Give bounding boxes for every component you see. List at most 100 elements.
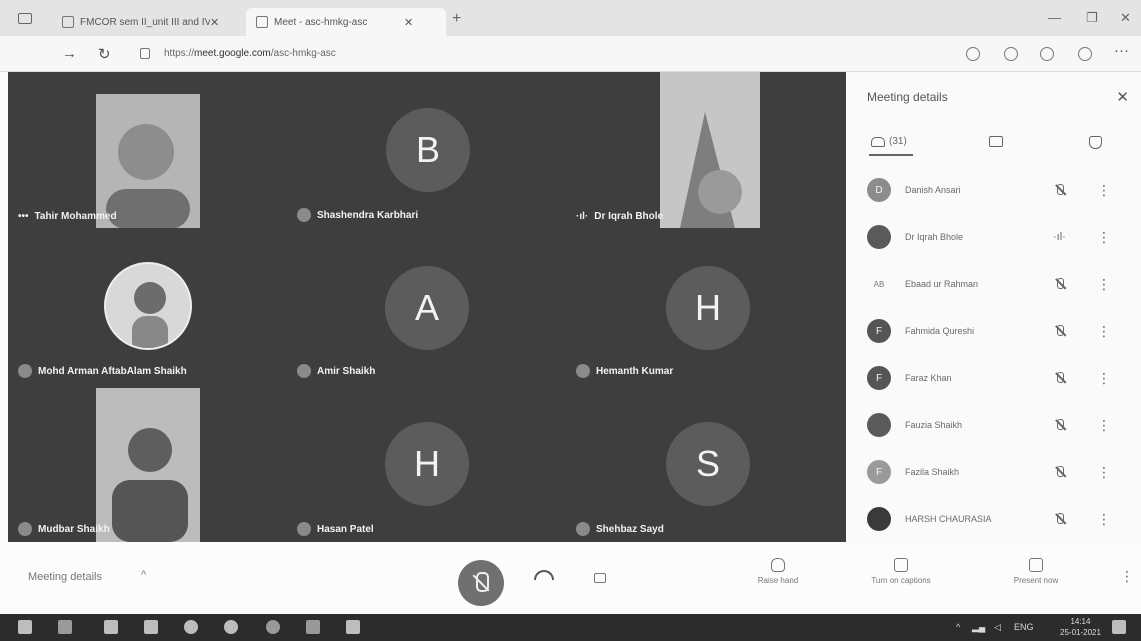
forward-icon[interactable]: →: [62, 45, 77, 62]
maximize-icon[interactable]: ❐: [1086, 10, 1098, 26]
minimize-icon[interactable]: —: [1048, 10, 1061, 25]
participant-tile[interactable]: A Amir Shaikh: [287, 228, 566, 384]
camera-toggle-button[interactable]: [594, 573, 606, 583]
translate-icon[interactable]: [966, 47, 980, 61]
active-tab-indicator: [869, 154, 913, 156]
present-now-button[interactable]: Present now: [998, 558, 1074, 585]
muted-mic-icon: [297, 522, 311, 536]
more-options-icon[interactable]: ⋮: [1097, 229, 1111, 246]
chevron-up-icon[interactable]: ^: [141, 569, 146, 581]
participant-grid: ••• Tahir Mohammed B Shashendra Karbhari…: [8, 72, 846, 542]
participant-name: Hemanth Kumar: [596, 365, 674, 377]
captions-button[interactable]: Turn on captions: [854, 558, 948, 585]
participant-tile[interactable]: Mudbar Shaikh: [8, 384, 287, 542]
more-options-icon[interactable]: ⋮: [1097, 511, 1111, 528]
more-options-icon[interactable]: ⋮: [1097, 323, 1111, 340]
profile-icon[interactable]: [1078, 47, 1092, 61]
participant-tile[interactable]: ••• Tahir Mohammed: [8, 72, 287, 228]
app-icon[interactable]: [266, 620, 280, 634]
edge-icon[interactable]: [104, 620, 118, 634]
participant-name: Dr Iqrah Bhole: [594, 211, 664, 222]
window-close-icon[interactable]: ✕: [1120, 10, 1131, 26]
favorites-icon[interactable]: [1004, 47, 1018, 61]
chrome-icon[interactable]: [184, 620, 198, 634]
address-bar: → ↻ https://meet.google.com/asc-hmkg-asc…: [0, 36, 1141, 72]
participant-tile[interactable]: H Hemanth Kumar: [566, 228, 845, 384]
tab-people[interactable]: (31): [871, 136, 907, 147]
participant-tile[interactable]: H Hasan Patel: [287, 384, 566, 542]
participant-list-item[interactable]: F Fazila Shaikh ⋮: [849, 449, 1141, 495]
participant-avatar: A: [385, 266, 469, 350]
participant-name: Hasan Patel: [317, 523, 374, 535]
participant-name-tag: Shashendra Karbhari: [297, 208, 418, 222]
participant-tile[interactable]: ·ıl· Dr Iqrah Bhole: [566, 72, 845, 228]
browser-menu-icon[interactable]: ···: [1114, 42, 1129, 59]
participant-list-item[interactable]: Fauzia Shaikh ⋮: [849, 402, 1141, 448]
participant-list-item[interactable]: Dr Iqrah Bhole ·ıl· ⋮: [849, 214, 1141, 260]
refresh-icon[interactable]: ↻: [98, 45, 111, 63]
lock-icon[interactable]: [140, 48, 150, 59]
participant-list-item[interactable]: HARSH CHAURASIA ⋮: [849, 496, 1141, 542]
tab-actions-icon[interactable]: [18, 13, 32, 24]
participant-avatar: F: [867, 366, 891, 390]
tab-activities[interactable]: [1089, 136, 1102, 149]
start-icon[interactable]: [18, 620, 32, 634]
participant-list-item[interactable]: AB Ebaad ur Rahman ⋮: [849, 261, 1141, 307]
panel-close-icon[interactable]: ✕: [1116, 88, 1129, 106]
more-options-icon[interactable]: ⋮: [1097, 464, 1111, 481]
tray-chevron-icon[interactable]: ^: [956, 622, 960, 632]
activities-icon: [1089, 136, 1102, 149]
participant-avatar: AB: [873, 279, 885, 289]
meeting-details-panel: Meeting details ✕ (31) D Danish Ansari ⋮…: [849, 72, 1141, 542]
participant-name: Tahir Mohammed: [34, 211, 117, 222]
task-view-icon[interactable]: [58, 620, 72, 634]
more-options-icon[interactable]: ⋮: [1097, 417, 1111, 434]
tab-title: Meet - asc-hmkg-asc: [274, 16, 368, 28]
clock-time: 14:14: [1070, 617, 1091, 626]
url-field[interactable]: https://meet.google.com/asc-hmkg-asc: [164, 48, 336, 59]
notifications-icon[interactable]: [1112, 620, 1126, 634]
leave-call-button[interactable]: [534, 570, 554, 580]
system-clock[interactable]: 14:14 25-01-2021: [1060, 616, 1101, 638]
more-options-icon[interactable]: ⋮: [1120, 568, 1134, 585]
people-count: (31): [889, 136, 907, 147]
app-icon[interactable]: [306, 620, 320, 634]
participant-list-item[interactable]: D Danish Ansari ⋮: [849, 167, 1141, 213]
chat-icon: [989, 136, 1003, 147]
meeting-details-button[interactable]: Meeting details: [28, 571, 102, 583]
more-options-icon[interactable]: ⋮: [1097, 370, 1111, 387]
app-icon[interactable]: [224, 620, 238, 634]
tab-close-icon[interactable]: ✕: [404, 16, 413, 29]
app-icon[interactable]: [346, 620, 360, 634]
volume-icon[interactable]: ◁: [994, 622, 1001, 633]
participant-list-item[interactable]: F Fahmida Qureshi ⋮: [849, 308, 1141, 354]
more-options-icon[interactable]: ⋮: [1097, 182, 1111, 199]
browser-tab-2[interactable]: Meet - asc-hmkg-asc ✕: [246, 8, 446, 36]
participant-video: [660, 72, 760, 228]
participant-avatar: H: [666, 266, 750, 350]
file-explorer-icon[interactable]: [144, 620, 158, 634]
captions-label: Turn on captions: [871, 576, 931, 585]
participant-name-tag: Shehbaz Sayd: [576, 522, 664, 536]
raise-hand-button[interactable]: Raise hand: [746, 558, 810, 585]
participant-video: [96, 94, 200, 228]
browser-tab-1[interactable]: FMCOR sem II_unit III and IV_Co... ✕: [52, 8, 242, 36]
network-icon[interactable]: ▂▄: [972, 622, 985, 633]
meet-favicon-icon: [256, 16, 268, 28]
muted-mic-icon: [1053, 277, 1067, 291]
muted-mic-icon: [297, 208, 311, 222]
collections-icon[interactable]: [1040, 47, 1054, 61]
participant-name: Fauzia Shaikh: [905, 420, 963, 430]
tab-chat[interactable]: [989, 136, 1003, 147]
new-tab-icon[interactable]: +: [452, 10, 461, 28]
more-options-icon[interactable]: ⋮: [1097, 276, 1111, 293]
language-indicator[interactable]: ENG: [1014, 622, 1034, 632]
participant-list-item[interactable]: F Faraz Khan ⋮: [849, 355, 1141, 401]
participant-tile[interactable]: B Shashendra Karbhari: [287, 72, 566, 228]
tab-close-icon[interactable]: ✕: [210, 16, 219, 29]
mic-toggle-button[interactable]: [458, 560, 504, 606]
participant-tile[interactable]: Mohd Arman AftabAlam Shaikh: [8, 228, 287, 384]
participant-tile[interactable]: S Shehbaz Sayd: [566, 384, 845, 542]
muted-mic-icon: [1053, 324, 1067, 338]
participant-avatar-photo: [867, 413, 891, 437]
